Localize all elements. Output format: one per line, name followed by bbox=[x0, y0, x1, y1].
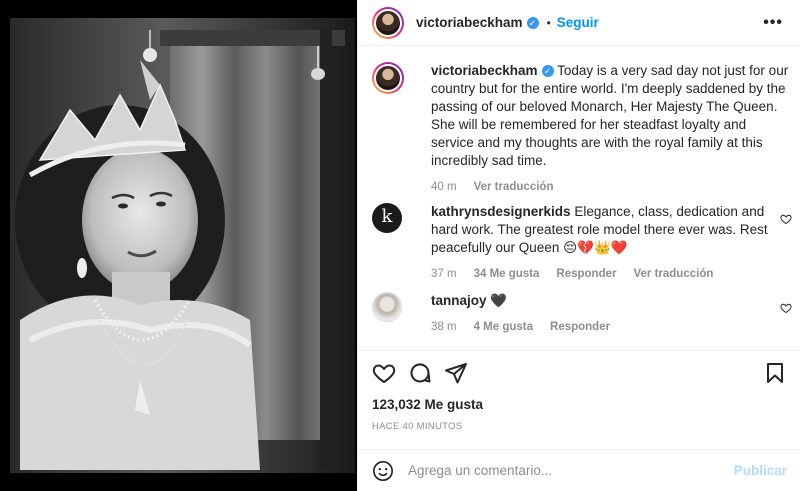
publish-button[interactable]: Publicar bbox=[734, 463, 787, 478]
post-photo[interactable] bbox=[0, 0, 357, 491]
comment-likes[interactable]: 4 Me gusta bbox=[474, 318, 533, 336]
comment-item: k kathrynsdesignerkids Elegance, class, … bbox=[372, 203, 792, 283]
like-comment-heart-icon[interactable] bbox=[780, 213, 792, 225]
comment-time[interactable]: 37 m bbox=[431, 265, 457, 283]
author-username[interactable]: victoriabeckham bbox=[416, 15, 523, 30]
separator-dot: • bbox=[546, 15, 551, 30]
comment-item: tannajoy 🖤 38 m 4 Me gusta Responder bbox=[372, 292, 792, 342]
caption-time[interactable]: 40 m bbox=[431, 178, 457, 196]
comment-composer: Publicar bbox=[358, 449, 800, 491]
comment-likes[interactable]: 34 Me gusta bbox=[474, 265, 540, 283]
comment-text: 🖤 bbox=[490, 293, 508, 308]
like-comment-heart-icon[interactable] bbox=[780, 302, 792, 314]
commenter-avatar[interactable]: k bbox=[372, 203, 402, 233]
post-header: victoriabeckham ✓ • Seguir ••• bbox=[358, 0, 800, 46]
comment-meta: 38 m 4 Me gusta Responder bbox=[431, 318, 770, 336]
comment-meta: 37 m 34 Me gusta Responder Ver traducció… bbox=[431, 265, 770, 283]
post-likes-count[interactable]: 123,032 Me gusta bbox=[372, 397, 483, 412]
emoji-smiley-icon[interactable] bbox=[372, 460, 394, 482]
comment-input[interactable] bbox=[408, 463, 734, 478]
commenter-avatar[interactable] bbox=[372, 292, 402, 322]
caption-meta: 40 m Ver traducción bbox=[431, 178, 792, 196]
commenter-username[interactable]: kathrynsdesignerkids bbox=[431, 204, 571, 219]
post-detail-panel: victoriabeckham ✓ • Seguir ••• victoriab… bbox=[357, 0, 800, 491]
comment-translate-link[interactable]: Ver traducción bbox=[633, 265, 713, 283]
comment-reply-button[interactable]: Responder bbox=[556, 265, 616, 283]
comments-section[interactable]: victoriabeckham ✓ Today is a very sad day… bbox=[358, 47, 800, 350]
action-icons bbox=[372, 361, 468, 385]
caption-username[interactable]: victoriabeckham bbox=[431, 63, 538, 78]
like-heart-icon[interactable] bbox=[372, 361, 396, 385]
caption-author-avatar[interactable] bbox=[372, 62, 404, 94]
comment-time[interactable]: 38 m bbox=[431, 318, 457, 336]
bookmark-icon bbox=[767, 363, 783, 383]
comment-bubble-icon[interactable] bbox=[408, 361, 432, 385]
caption-translate-link[interactable]: Ver traducción bbox=[474, 178, 554, 196]
more-options-icon[interactable]: ••• bbox=[763, 14, 783, 32]
verified-badge-icon: ✓ bbox=[541, 65, 554, 78]
bookmark-button[interactable] bbox=[763, 361, 787, 388]
author-avatar[interactable] bbox=[372, 6, 404, 39]
caption-text: Today is a very sad day not just for our… bbox=[431, 63, 789, 168]
share-paper-plane-icon[interactable] bbox=[444, 361, 468, 385]
commenter-username[interactable]: tannajoy bbox=[431, 293, 487, 308]
follow-button[interactable]: Seguir bbox=[557, 15, 599, 30]
queen-portrait-image bbox=[0, 0, 357, 491]
post-timestamp[interactable]: HACE 40 MINUTOS bbox=[372, 421, 462, 432]
post-caption: victoriabeckham ✓ Today is a very sad day… bbox=[372, 62, 792, 207]
verified-badge-icon: ✓ bbox=[526, 16, 539, 29]
comment-reply-button[interactable]: Responder bbox=[550, 318, 610, 336]
